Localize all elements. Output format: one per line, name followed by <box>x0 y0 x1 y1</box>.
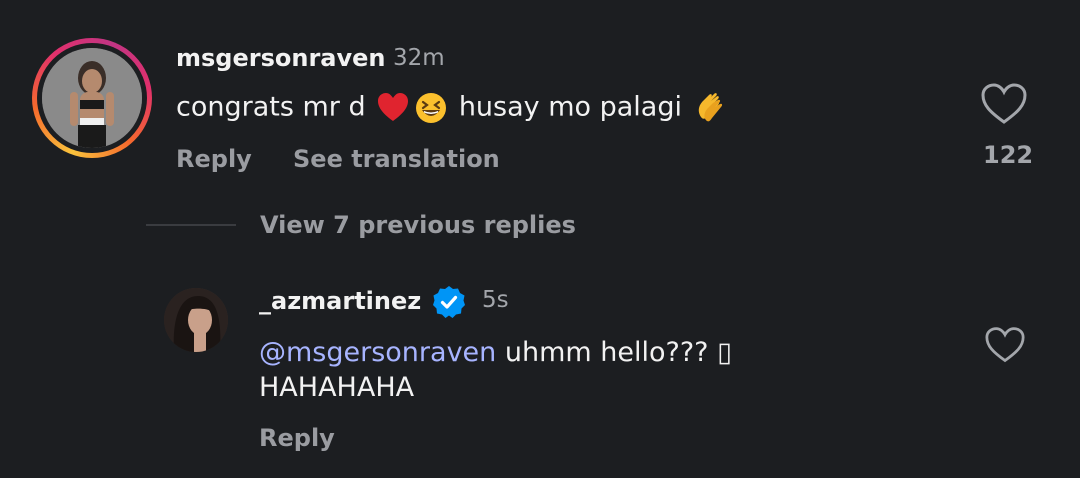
comment-like-count: 122 <box>983 141 1034 169</box>
view-previous-replies-button[interactable]: View 7 previous replies <box>260 211 576 239</box>
avatar-msgersonraven[interactable] <box>42 48 142 148</box>
avatar-photo <box>42 48 142 148</box>
mention-link[interactable]: @msgersonraven <box>259 337 496 368</box>
thread-line <box>146 224 236 226</box>
red-heart-icon <box>376 91 410 125</box>
comment-text: congrats mr d husay mo palagi <box>176 91 729 125</box>
comment-time: 32m <box>393 45 445 71</box>
avatar-azmartinez[interactable] <box>164 288 228 352</box>
see-translation-button[interactable]: See translation <box>293 145 500 173</box>
comment-text-part1: congrats mr d <box>176 91 366 123</box>
comment-username[interactable]: msgersonraven <box>176 44 385 72</box>
reply-reply-button[interactable]: Reply <box>259 424 335 452</box>
reply-like-button[interactable] <box>984 326 1026 364</box>
reply-text: uhmm hello??? ▯ <box>504 337 732 368</box>
reply-text-line2: HAHAHAHA <box>259 372 415 403</box>
comment-text-part2: husay mo palagi <box>458 91 682 123</box>
heart-outline-icon <box>981 83 1027 124</box>
comment-reply-button[interactable]: Reply <box>176 145 252 173</box>
reply-username[interactable]: _azmartinez <box>259 287 421 315</box>
reply-time: 5s <box>482 287 509 313</box>
clapping-hands-icon <box>693 91 727 125</box>
comment-like-button[interactable] <box>980 82 1028 126</box>
heart-outline-icon <box>985 327 1025 363</box>
reply-text-line1: @msgersonraven uhmm hello??? ▯ <box>259 337 732 368</box>
avatar-photo <box>164 288 228 352</box>
grinning-squinting-face-icon <box>414 91 448 125</box>
verified-badge-icon <box>432 285 466 319</box>
